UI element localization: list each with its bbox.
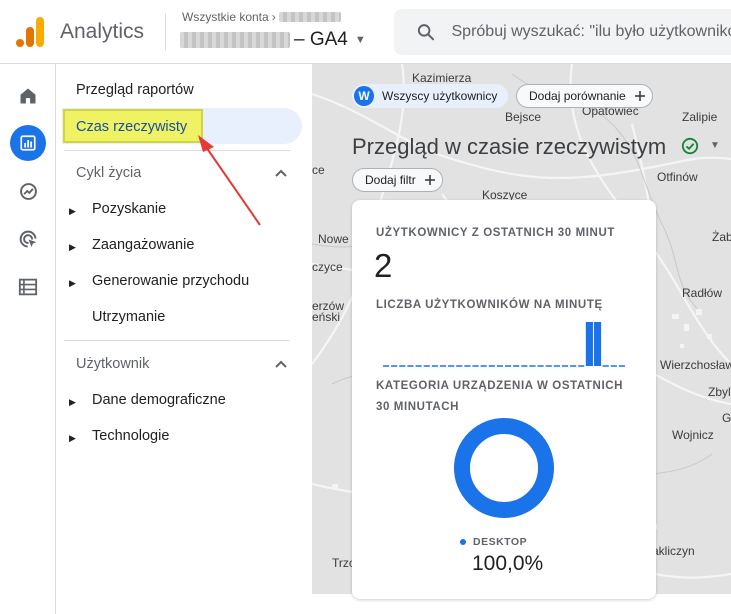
legend-dot bbox=[460, 539, 466, 545]
nav-item-monetization[interactable]: Generowanie przychodu bbox=[92, 273, 249, 289]
left-rail bbox=[0, 64, 56, 614]
configure-icon bbox=[18, 278, 38, 296]
analytics-logo-icon[interactable] bbox=[16, 17, 44, 47]
rail-configure-button[interactable] bbox=[10, 269, 46, 305]
nav-item-acquisition[interactable]: Pozyskanie bbox=[92, 201, 166, 217]
nav-item-realtime-label: Czas rzeczywisty bbox=[76, 119, 188, 135]
legend-label: DESKTOP bbox=[473, 536, 528, 548]
annotation-arrow-icon bbox=[198, 135, 261, 226]
add-filter-label: Dodaj filtr bbox=[365, 173, 416, 187]
segment-avatar: W bbox=[354, 86, 374, 106]
dropdown-caret-icon: ▼ bbox=[354, 34, 366, 46]
map-label: Bejsce bbox=[505, 110, 542, 124]
plus-icon bbox=[424, 175, 435, 185]
segment-chip-all-users[interactable]: W Wszyscy użytkownicy bbox=[352, 84, 508, 108]
expand-arrow-icon[interactable]: ▶ bbox=[69, 206, 76, 217]
expand-arrow-icon[interactable]: ▶ bbox=[69, 278, 76, 289]
device-category-donut-chart[interactable] bbox=[454, 418, 554, 518]
legend-value: 100,0% bbox=[472, 552, 544, 575]
map-label: akliczyn bbox=[652, 544, 695, 558]
map-label: ce bbox=[312, 163, 325, 177]
chart-bar[interactable] bbox=[585, 322, 593, 366]
realtime-users-card: UŻYTKOWNICY Z OSTATNICH 30 MINUT 2 LICZB… bbox=[352, 200, 656, 599]
page-title: Przegląd w czasie rzeczywistym bbox=[352, 134, 667, 159]
map-label: Wojnicz bbox=[672, 428, 714, 442]
top-app-bar: Analytics Wszystkie konta › – GA4 ▼ bbox=[0, 0, 731, 64]
check-circle-icon[interactable] bbox=[681, 137, 699, 155]
add-comparison-label: Dodaj porównanie bbox=[529, 89, 626, 103]
breadcrumb-chevron-icon: › bbox=[271, 10, 276, 24]
users-last-30-min-caption: UŻYTKOWNICY Z OSTATNICH 30 MINUT bbox=[376, 227, 615, 239]
header-divider bbox=[165, 14, 166, 50]
rail-advertising-button[interactable] bbox=[10, 221, 46, 257]
reports-navigation: Przegląd raportów Czas rzeczywisty Cykl … bbox=[56, 64, 312, 614]
map-label: czyce bbox=[312, 260, 343, 274]
plus-icon bbox=[634, 91, 645, 101]
map-label: Żab bbox=[712, 230, 731, 244]
redacted-account-name bbox=[278, 12, 341, 22]
account-path-label: Wszystkie konta bbox=[182, 10, 269, 24]
chevron-up-icon[interactable] bbox=[274, 359, 288, 369]
property-selector[interactable]: – GA4 ▼ bbox=[180, 29, 366, 51]
rail-home-button[interactable] bbox=[10, 78, 46, 114]
map-label: Radłów bbox=[682, 286, 723, 300]
rail-explore-button[interactable] bbox=[10, 173, 46, 209]
nav-divider bbox=[64, 340, 290, 341]
explore-icon bbox=[19, 182, 37, 200]
section-user-title[interactable]: Użytkownik bbox=[76, 356, 149, 372]
device-category-caption-line1: KATEGORIA URZĄDZENIA W OSTATNICH bbox=[376, 380, 624, 392]
property-suffix: – GA4 bbox=[294, 29, 348, 50]
reports-icon bbox=[20, 135, 36, 151]
nav-item-retention[interactable]: Utrzymanie bbox=[92, 309, 165, 325]
chart-bar[interactable] bbox=[593, 322, 602, 366]
users-count: 2 bbox=[374, 247, 393, 284]
chevron-up-icon[interactable] bbox=[274, 168, 288, 178]
expand-arrow-icon[interactable]: ▶ bbox=[69, 433, 76, 444]
donut-slice-desktop[interactable] bbox=[454, 418, 554, 518]
add-comparison-button[interactable]: Dodaj porównanie bbox=[516, 84, 653, 108]
account-breadcrumb[interactable]: Wszystkie konta › bbox=[182, 10, 341, 24]
map-label: Zalipie bbox=[682, 110, 718, 124]
nav-item-demographics[interactable]: Dane demograficzne bbox=[92, 392, 226, 408]
map-label: Zbyl bbox=[708, 385, 731, 399]
expand-arrow-icon[interactable]: ▶ bbox=[69, 242, 76, 253]
redacted-property-name bbox=[180, 32, 290, 48]
map-label: G bbox=[722, 411, 731, 425]
advertising-icon bbox=[19, 230, 36, 247]
search-input[interactable] bbox=[451, 23, 731, 41]
map-label: Otfinów bbox=[657, 170, 698, 184]
chart-legend: DESKTOP bbox=[460, 536, 527, 548]
nav-item-engagement[interactable]: Zaangażowanie bbox=[92, 237, 194, 253]
add-filter-button[interactable]: Dodaj filtr bbox=[352, 168, 443, 192]
home-icon bbox=[20, 88, 36, 104]
users-per-minute-caption: LICZBA UŻYTKOWNIKÓW NA MINUTĘ bbox=[376, 299, 603, 311]
users-per-minute-chart[interactable] bbox=[382, 320, 626, 368]
map-label: eński bbox=[312, 310, 341, 324]
map-label: Kazimierza bbox=[412, 71, 472, 85]
map-label: Nowe bbox=[318, 232, 349, 246]
title-dropdown-caret-icon[interactable]: ▼ bbox=[710, 140, 720, 151]
section-lifecycle-title[interactable]: Cykl życia bbox=[76, 165, 141, 181]
map-label: Wierzchosław bbox=[660, 358, 731, 372]
nav-item-technology[interactable]: Technologie bbox=[92, 428, 169, 444]
product-name: Analytics bbox=[60, 20, 145, 43]
expand-arrow-icon[interactable]: ▶ bbox=[69, 397, 76, 408]
device-category-caption-line2: 30 MINUTACH bbox=[376, 401, 460, 413]
segment-chip-label: Wszyscy użytkownicy bbox=[382, 89, 498, 103]
search-icon bbox=[417, 24, 435, 41]
rail-reports-button[interactable] bbox=[10, 125, 46, 161]
nav-item-reports-overview[interactable]: Przegląd raportów bbox=[76, 82, 194, 98]
search-bar[interactable] bbox=[394, 9, 731, 55]
